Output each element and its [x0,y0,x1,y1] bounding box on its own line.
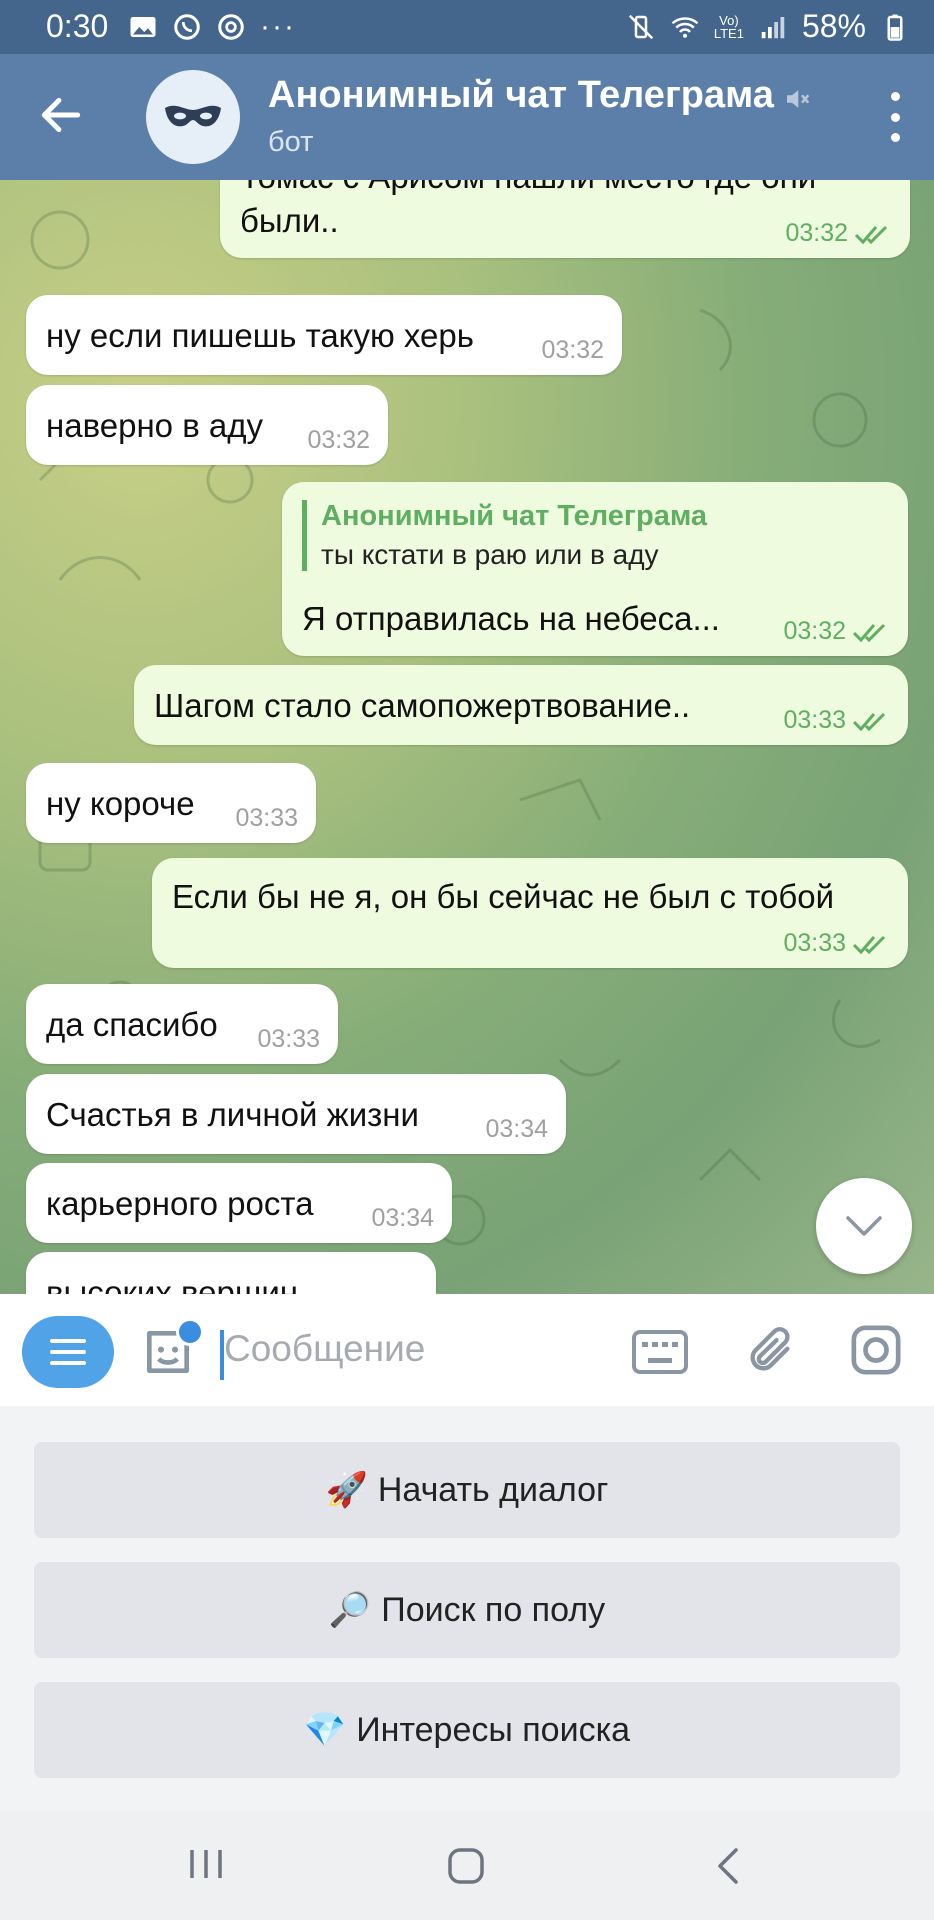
system-nav-bar [0,1810,934,1920]
mute-icon [787,90,810,108]
message-text: Если бы не я, он бы сейчас не был с тобо… [172,878,835,915]
message-text: карьерного роста [46,1185,314,1222]
battery-percent: 58% [801,8,866,44]
magnifier-icon: 🔎 [328,1591,372,1629]
message-text: наверно в аду [46,407,263,444]
double-check-icon [854,225,888,244]
signal-icon [761,16,785,38]
message-bubble[interactable]: Томас с Арисом нашли место где они были.… [220,180,910,258]
chevron-down-icon [846,1216,882,1236]
message-time: 03:34 [485,1115,548,1143]
status-bar: 0:30 ··· Vo) LTE1 58% [0,0,934,54]
attach-icon[interactable] [744,1322,796,1380]
chrome-icon [218,14,244,40]
reply-author: Анонимный чат Телеграма [321,500,708,532]
message-time: 03:33 [235,804,298,832]
message-bubble[interactable]: ну если пишешь такую херь 03:32 [26,295,622,375]
double-check-icon [852,935,886,954]
recent-apps-icon[interactable] [186,1846,226,1882]
more-notifications-icon: ··· [260,10,296,43]
message-time: 03:32 [307,426,370,454]
bot-keyboard: 🚀 Начать диалог 🔎 Поиск по полу 💎 Интере… [0,1406,934,1810]
message-bubble[interactable]: Если бы не я, он бы сейчас не был с тобо… [152,858,908,968]
search-by-gender-button[interactable]: 🔎 Поиск по полу [34,1562,900,1658]
notification-dot [176,1318,204,1346]
home-icon[interactable] [446,1846,486,1886]
kebab-menu-icon[interactable] [880,92,910,142]
message-time: 03:33 [783,706,846,734]
search-interests-button[interactable]: 💎 Интересы поиска [34,1682,900,1778]
message-bubble[interactable]: да спасибо 03:33 [26,984,338,1064]
double-check-icon [852,623,886,642]
message-input[interactable]: Сообщение [224,1328,425,1370]
battery-icon [887,14,903,41]
message-time: 03:33 [783,929,846,957]
bot-menu-button[interactable] [22,1316,114,1388]
message-bubble[interactable]: Шагом стало самопожертвование.. 03:33 [134,665,908,745]
rocket-icon: 🚀 [325,1471,368,1509]
message-bubble[interactable]: высоких вершин [26,1252,436,1294]
message-bubble[interactable]: Анонимный чат Телеграма ты кстати в раю … [282,482,908,656]
message-bubble[interactable]: наверно в аду 03:32 [26,385,388,465]
chat-area[interactable]: Томас с Арисом нашли место где они были.… [0,180,934,1294]
gallery-icon [130,17,156,37]
volte-icon: Vo) LTE1 [713,12,744,41]
message-text: да спасибо [46,1006,218,1043]
message-time: 03:32 [541,336,604,364]
back-arrow-icon[interactable] [36,90,86,140]
message-text: Томас с Арисом нашли место где они [240,180,816,196]
reply-quote[interactable]: Анонимный чат Телеграма ты кстати в раю … [302,500,707,571]
message-input-bar: Сообщение [0,1294,934,1406]
button-label: Интересы поиска [356,1710,631,1749]
camera-icon[interactable] [848,1322,904,1378]
gem-icon: 💎 [303,1711,347,1749]
chat-title[interactable]: Анонимный чат Телеграма [268,74,778,117]
back-nav-icon[interactable] [712,1846,742,1886]
keyboard-icon[interactable] [632,1330,688,1374]
message-bubble[interactable]: ну короче 03:33 [26,763,316,843]
message-text: Счастья в личной жизни [46,1096,419,1133]
double-check-icon [852,712,886,731]
message-text: ну если пишешь такую херь [46,317,474,354]
message-bubble[interactable]: карьерного роста 03:34 [26,1163,452,1243]
message-time: 03:32 [783,617,846,645]
message-time: 03:34 [371,1204,434,1232]
message-text: Я отправилась на небеса... [302,600,720,637]
message-text: были.. [240,202,339,239]
message-text: ну короче [46,785,195,822]
whatsapp-icon [174,14,200,40]
button-label: Начать диалог [377,1470,609,1509]
chat-subtitle: бот [268,126,314,158]
wifi-icon [671,16,699,38]
message-bubble[interactable]: Счастья в личной жизни 03:34 [26,1074,566,1154]
scroll-down-button[interactable] [816,1178,912,1274]
message-text: высоких вершин [46,1274,299,1294]
chat-header: Анонимный чат Телеграма бот [0,54,934,180]
status-time: 0:30 [46,8,109,44]
vibrate-mute-icon [628,14,653,39]
reply-text: ты кстати в раю или в аду [321,539,659,570]
message-text: Шагом стало самопожертвование.. [154,687,691,724]
avatar[interactable] [146,70,240,164]
mask-icon [165,105,221,127]
button-label: Поиск по полу [381,1590,606,1629]
message-time: 03:33 [257,1025,320,1053]
message-time: 03:32 [785,219,848,247]
start-dialog-button[interactable]: 🚀 Начать диалог [34,1442,900,1538]
